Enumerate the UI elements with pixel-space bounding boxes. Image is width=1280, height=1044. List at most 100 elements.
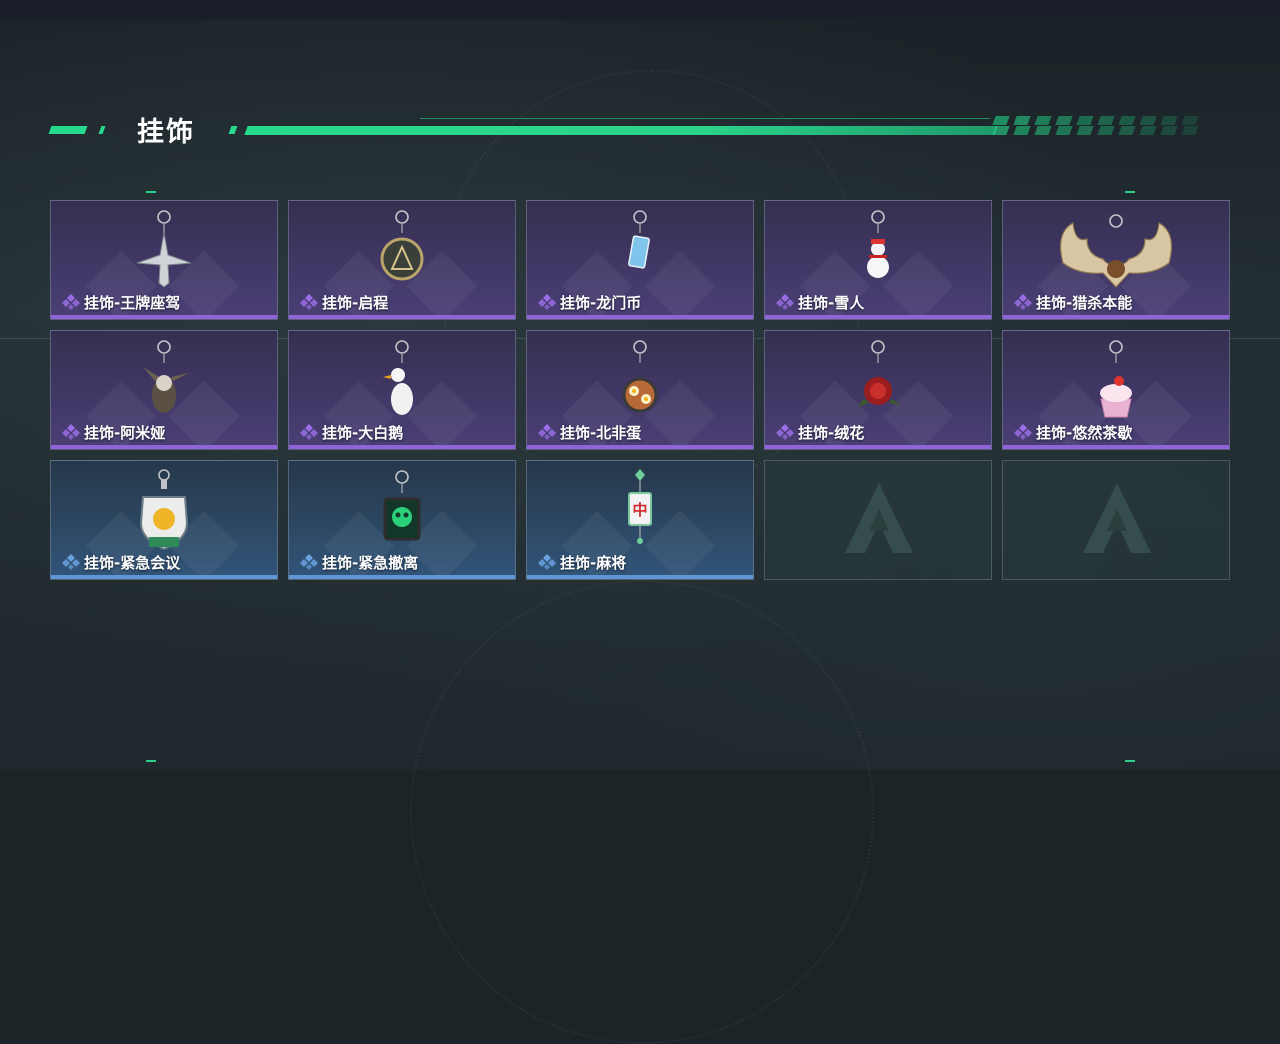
rarity-diamond-icon bbox=[62, 424, 80, 440]
rarity-diamond-icon bbox=[300, 554, 318, 570]
charm-name: 挂饰-麻将 bbox=[560, 553, 627, 572]
moose-antler-charm-icon bbox=[1060, 214, 1172, 288]
snowman-charm-icon bbox=[867, 210, 889, 278]
header-accent bbox=[98, 126, 106, 134]
charm-card[interactable]: 挂饰-猎杀本能 bbox=[1002, 200, 1230, 320]
charm-name: 挂饰-猎杀本能 bbox=[1036, 293, 1133, 312]
header-accent bbox=[48, 126, 88, 134]
rarity-diamond-icon bbox=[300, 424, 318, 440]
checker-block bbox=[1034, 116, 1052, 125]
rarity-underline bbox=[1003, 315, 1229, 319]
empty-slot bbox=[1002, 460, 1230, 580]
corner-tick bbox=[146, 191, 156, 193]
rarity-underline bbox=[289, 445, 515, 449]
rarity-underline bbox=[289, 315, 515, 319]
background-ring bbox=[410, 580, 874, 1044]
rarity-diamond-icon bbox=[776, 424, 794, 440]
charm-card[interactable]: 挂饰-绒花 bbox=[764, 330, 992, 450]
checker-block bbox=[1055, 116, 1073, 125]
charm-card[interactable]: 挂饰-王牌座驾 bbox=[50, 200, 278, 320]
checker-block bbox=[1076, 116, 1094, 125]
charm-label: 挂饰-紧急撤离 bbox=[299, 552, 418, 572]
charm-label: 挂饰-绒花 bbox=[775, 422, 864, 442]
charm-label: 挂饰-王牌座驾 bbox=[61, 292, 180, 312]
header-checker-pattern bbox=[992, 116, 1204, 136]
section-header: 挂饰 bbox=[0, 108, 1280, 148]
charm-label: 挂饰-悠然茶歇 bbox=[1013, 422, 1132, 442]
charm-card[interactable]: 挂饰-悠然茶歇 bbox=[1002, 330, 1230, 450]
goose-charm-icon bbox=[383, 340, 413, 415]
charm-name: 挂饰-紧急撤离 bbox=[322, 553, 419, 572]
corner-tick bbox=[1125, 191, 1135, 193]
charm-label: 挂饰-大白鹅 bbox=[299, 422, 403, 442]
charm-name: 挂饰-大白鹅 bbox=[322, 423, 404, 442]
empty-slot bbox=[764, 460, 992, 580]
rarity-underline bbox=[289, 575, 515, 579]
section-title: 挂饰 bbox=[137, 117, 195, 148]
charm-name: 挂饰-北非蛋 bbox=[560, 423, 642, 442]
checker-block bbox=[1181, 126, 1199, 135]
crest-charm-icon bbox=[139, 469, 189, 551]
charm-name: 挂饰-悠然茶歇 bbox=[1036, 423, 1133, 442]
rarity-underline bbox=[1003, 445, 1229, 449]
charm-card[interactable]: 挂饰-龙门币 bbox=[526, 200, 754, 320]
shakshuka-charm-icon bbox=[622, 340, 658, 413]
svg-text:中: 中 bbox=[632, 501, 647, 519]
rarity-diamond-icon bbox=[538, 424, 556, 440]
header-thin-line bbox=[420, 118, 990, 119]
header-bar bbox=[244, 126, 998, 135]
charm-label: 挂饰-北非蛋 bbox=[537, 422, 641, 442]
checker-block bbox=[1097, 126, 1115, 135]
rarity-underline bbox=[765, 445, 991, 449]
charm-name: 挂饰-绒花 bbox=[798, 423, 865, 442]
rarity-diamond-icon bbox=[300, 294, 318, 310]
rarity-diamond-icon bbox=[62, 294, 80, 310]
charm-name: 挂饰-雪人 bbox=[798, 293, 865, 312]
charm-card[interactable]: 挂饰-紧急会议 bbox=[50, 460, 278, 580]
checker-block bbox=[992, 126, 1010, 135]
checker-block bbox=[1139, 126, 1157, 135]
rarity-underline bbox=[51, 575, 277, 579]
checker-block bbox=[1118, 116, 1136, 125]
charm-card[interactable]: 挂饰-阿米娅 bbox=[50, 330, 278, 450]
corner-tick bbox=[146, 760, 156, 762]
charm-label: 挂饰-龙门币 bbox=[537, 292, 641, 312]
checker-block bbox=[992, 116, 1010, 125]
mahjong-tile-charm-icon: 中 bbox=[628, 469, 652, 544]
charm-label: 挂饰-麻将 bbox=[537, 552, 626, 572]
rarity-underline bbox=[527, 315, 753, 319]
charm-label: 挂饰-阿米娅 bbox=[61, 422, 165, 442]
charm-card[interactable]: 挂饰-启程 bbox=[288, 200, 516, 320]
top-band bbox=[0, 0, 1280, 20]
red-flower-charm-icon bbox=[857, 340, 901, 407]
checker-block bbox=[1097, 116, 1115, 125]
rarity-underline bbox=[51, 315, 277, 319]
card-charm-icon bbox=[628, 210, 650, 269]
rarity-diamond-icon bbox=[538, 554, 556, 570]
rarity-underline bbox=[527, 445, 753, 449]
charm-card[interactable]: 中挂饰-麻将 bbox=[526, 460, 754, 580]
checker-block bbox=[1160, 116, 1178, 125]
charm-label: 挂饰-猎杀本能 bbox=[1013, 292, 1132, 312]
rarity-diamond-icon bbox=[62, 554, 80, 570]
rarity-underline bbox=[51, 445, 277, 449]
charm-card[interactable]: 挂饰-紧急撤离 bbox=[288, 460, 516, 580]
charm-card[interactable]: 挂饰-大白鹅 bbox=[288, 330, 516, 450]
checker-block bbox=[1076, 126, 1094, 135]
checker-block bbox=[1160, 126, 1178, 135]
rarity-diamond-icon bbox=[1014, 294, 1032, 310]
charm-label: 挂饰-雪人 bbox=[775, 292, 864, 312]
charm-card[interactable]: 挂饰-雪人 bbox=[764, 200, 992, 320]
medallion-charm-icon bbox=[380, 210, 424, 281]
placeholder-logo-icon bbox=[845, 483, 913, 553]
rarity-diamond-icon bbox=[538, 294, 556, 310]
checker-block bbox=[1181, 116, 1199, 125]
charm-card[interactable]: 挂饰-北非蛋 bbox=[526, 330, 754, 450]
charm-name: 挂饰-紧急会议 bbox=[84, 553, 181, 572]
fighter-jet-charm-icon bbox=[136, 210, 192, 288]
charm-label: 挂饰-紧急会议 bbox=[61, 552, 180, 572]
rarity-diamond-icon bbox=[776, 294, 794, 310]
header-accent bbox=[228, 126, 238, 134]
rarity-underline bbox=[527, 575, 753, 579]
charm-name: 挂饰-王牌座驾 bbox=[84, 293, 181, 312]
